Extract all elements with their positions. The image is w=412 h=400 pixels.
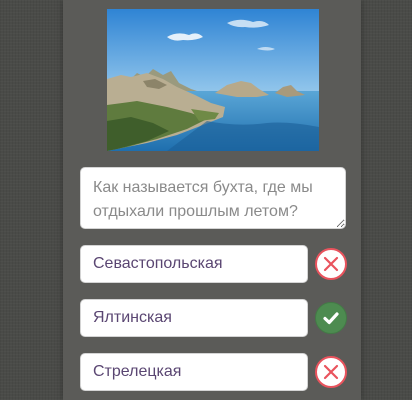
answer-option-2[interactable]: Ялтинская (80, 299, 308, 337)
cross-icon (315, 356, 347, 388)
cross-icon (315, 248, 347, 280)
answer-option-1[interactable]: Севастопольская (80, 245, 308, 283)
quiz-photo (107, 9, 319, 151)
question-field[interactable]: Как называется бухта, где мы отдыхали пр… (80, 167, 346, 229)
check-icon (315, 302, 347, 334)
answer-option-3[interactable]: Стрелецкая (80, 353, 308, 391)
